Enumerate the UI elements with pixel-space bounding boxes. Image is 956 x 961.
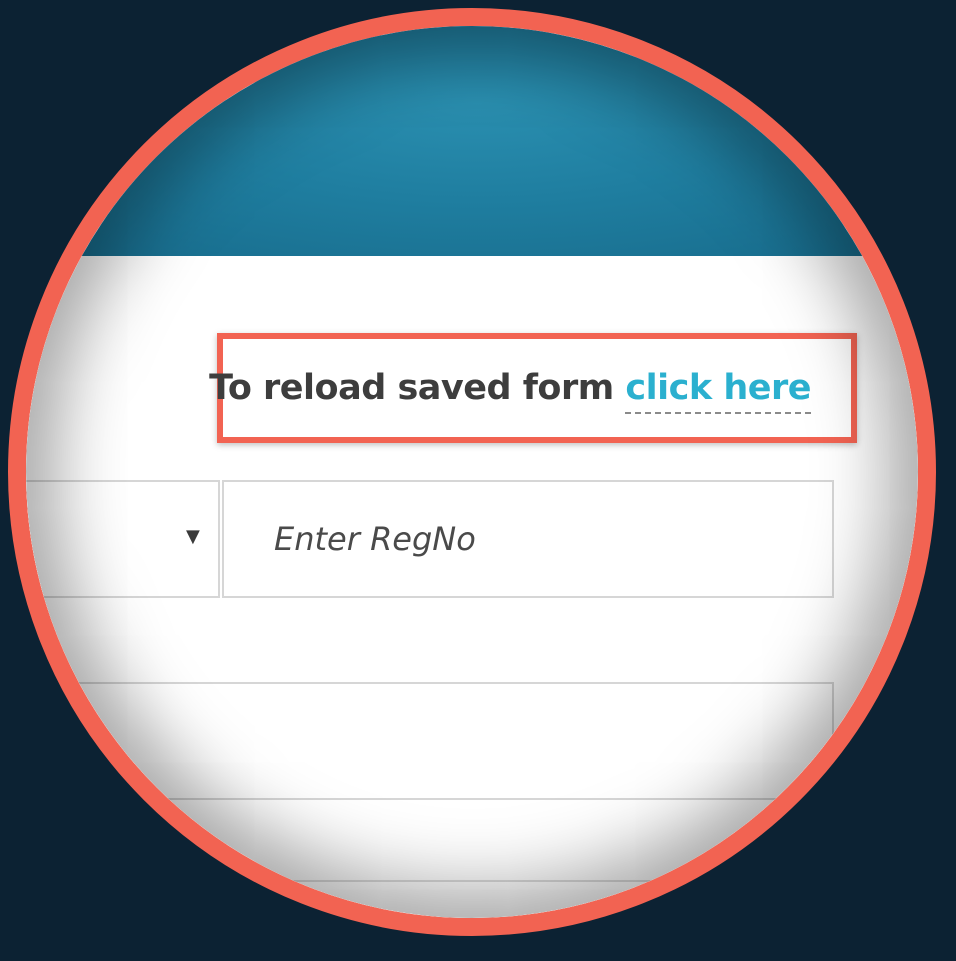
magnifier-lens: To reload saved form click here ▼ bbox=[8, 8, 936, 936]
form-divider bbox=[26, 880, 918, 882]
magnified-page: To reload saved form click here ▼ bbox=[26, 26, 918, 918]
reload-callout: To reload saved form click here bbox=[209, 333, 857, 443]
screen: To reload saved form click here ▼ bbox=[0, 0, 956, 961]
triangle-down-icon[interactable]: ▼ bbox=[186, 526, 200, 547]
reload-link[interactable]: click here bbox=[625, 368, 811, 414]
regno-input[interactable] bbox=[222, 480, 834, 598]
page-header bbox=[26, 26, 918, 256]
reload-message: To reload saved form click here bbox=[209, 368, 811, 414]
secondary-input[interactable] bbox=[26, 682, 834, 800]
reload-prefix: To reload saved form bbox=[209, 368, 626, 408]
